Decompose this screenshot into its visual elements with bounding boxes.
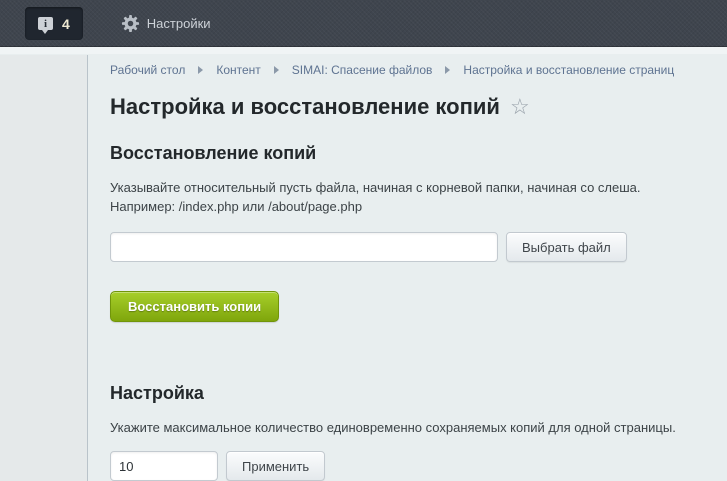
breadcrumb-separator-icon	[274, 66, 279, 74]
settings-menu-button[interactable]: Настройки	[121, 14, 211, 33]
settings-help-text: Укажите максимальное количество единовре…	[110, 418, 707, 437]
breadcrumb: Рабочий стол Контент SIMAI: Спасение фай…	[110, 63, 707, 77]
left-sidebar-strip	[0, 55, 88, 481]
settings-section-heading: Настройка	[110, 383, 707, 404]
restore-section-heading: Восстановление копий	[110, 143, 707, 164]
breadcrumb-item-simai[interactable]: SIMAI: Спасение файлов	[292, 63, 433, 77]
breadcrumb-item-desktop[interactable]: Рабочий стол	[110, 63, 185, 77]
apply-button[interactable]: Применить	[226, 451, 325, 481]
notifications-count: 4	[62, 16, 70, 32]
breadcrumb-item-content[interactable]: Контент	[216, 63, 260, 77]
max-copies-input[interactable]	[110, 451, 218, 481]
settings-label: Настройки	[147, 16, 211, 31]
file-path-input[interactable]	[110, 232, 498, 262]
breadcrumb-separator-icon	[445, 66, 450, 74]
top-toolbar: i 4 Настройки	[0, 0, 727, 47]
choose-file-button[interactable]: Выбрать файл	[506, 232, 627, 262]
content-area: Рабочий стол Контент SIMAI: Спасение фай…	[0, 47, 727, 481]
restore-help-text: Указывайте относительный пусть файла, на…	[110, 178, 707, 216]
page-title: Настройка и восстановление копий	[110, 94, 500, 120]
breadcrumb-item-current: Настройка и восстановление страниц	[463, 63, 674, 77]
breadcrumb-separator-icon	[198, 66, 203, 74]
favorite-star-icon[interactable]: ☆	[510, 96, 530, 118]
restore-copies-button[interactable]: Восстановить копии	[110, 291, 279, 322]
settings-section: Настройка Укажите максимальное количеств…	[110, 383, 707, 481]
info-bubble-icon: i	[38, 17, 53, 30]
restore-section: Восстановление копий Указывайте относите…	[110, 143, 707, 322]
gear-icon	[121, 14, 140, 33]
main-panel: Рабочий стол Контент SIMAI: Спасение фай…	[89, 47, 727, 481]
notifications-counter-button[interactable]: i 4	[25, 7, 83, 40]
